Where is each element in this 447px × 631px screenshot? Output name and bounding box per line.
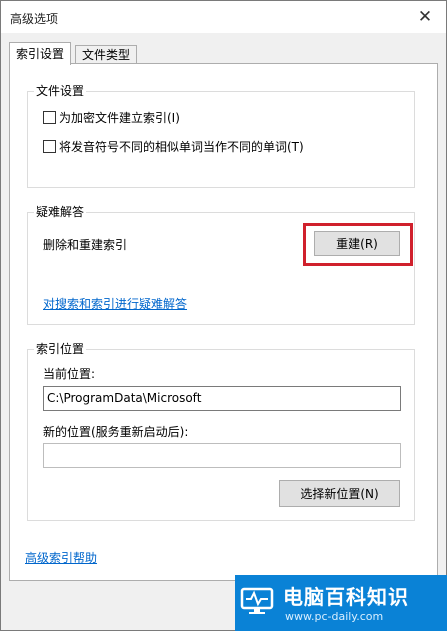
rebuild-button[interactable]: 重建(R): [314, 231, 400, 256]
select-new-location-button[interactable]: 选择新位置(N): [279, 480, 400, 507]
diacritics-option[interactable]: 将发音符号不同的相似单词当作不同的单词(T): [43, 139, 304, 155]
tab-index-settings[interactable]: 索引设置: [9, 42, 72, 65]
monitor-icon: [240, 587, 274, 614]
index-location-label: 索引位置: [34, 342, 87, 357]
file-settings-group: 文件设置 为加密文件建立索引(I) 将发音符号不同的相似单词当作不同的单词(T): [27, 84, 415, 188]
watermark-title: 电脑百科知识: [283, 585, 409, 609]
diacritics-label: 将发音符号不同的相似单词当作不同的单词(T): [59, 140, 304, 154]
tab-file-types[interactable]: 文件类型: [75, 45, 138, 64]
file-settings-label: 文件设置: [34, 84, 87, 99]
index-settings-panel: 文件设置 为加密文件建立索引(I) 将发音符号不同的相似单词当作不同的单词(T)…: [9, 63, 438, 581]
rebuild-description: 删除和重建索引: [43, 238, 128, 252]
title-bar: 高级选项 ✕: [1, 1, 446, 33]
troubleshoot-link[interactable]: 对搜索和索引进行疑难解答: [43, 295, 187, 312]
watermark-url: www.pc-daily.com: [285, 610, 384, 623]
troubleshooting-group: 疑难解答 删除和重建索引 重建(R) 对搜索和索引进行疑难解答: [27, 205, 415, 325]
close-icon[interactable]: ✕: [412, 7, 438, 27]
new-location-field[interactable]: [43, 443, 401, 468]
advanced-options-dialog: 高级选项 ✕ 索引设置 文件类型 文件设置 为加密文件建立索引(I) 将发音符号…: [0, 0, 447, 631]
current-location-label: 当前位置:: [43, 367, 96, 381]
diacritics-checkbox[interactable]: [43, 140, 56, 153]
troubleshooting-label: 疑难解答: [34, 205, 87, 220]
encrypted-files-checkbox[interactable]: [43, 111, 56, 124]
watermark-banner: 电脑百科知识 www.pc-daily.com: [235, 575, 447, 631]
encrypted-files-label: 为加密文件建立索引(I): [59, 111, 180, 125]
current-location-field[interactable]: C:\ProgramData\Microsoft: [43, 386, 401, 411]
advanced-index-help-link[interactable]: 高级索引帮助: [25, 549, 97, 566]
index-location-group: 索引位置 当前位置: C:\ProgramData\Microsoft 新的位置…: [27, 342, 415, 521]
window-title: 高级选项: [10, 12, 59, 26]
encrypted-files-option[interactable]: 为加密文件建立索引(I): [43, 110, 180, 126]
new-location-label: 新的位置(服务重新启动后):: [43, 425, 189, 439]
